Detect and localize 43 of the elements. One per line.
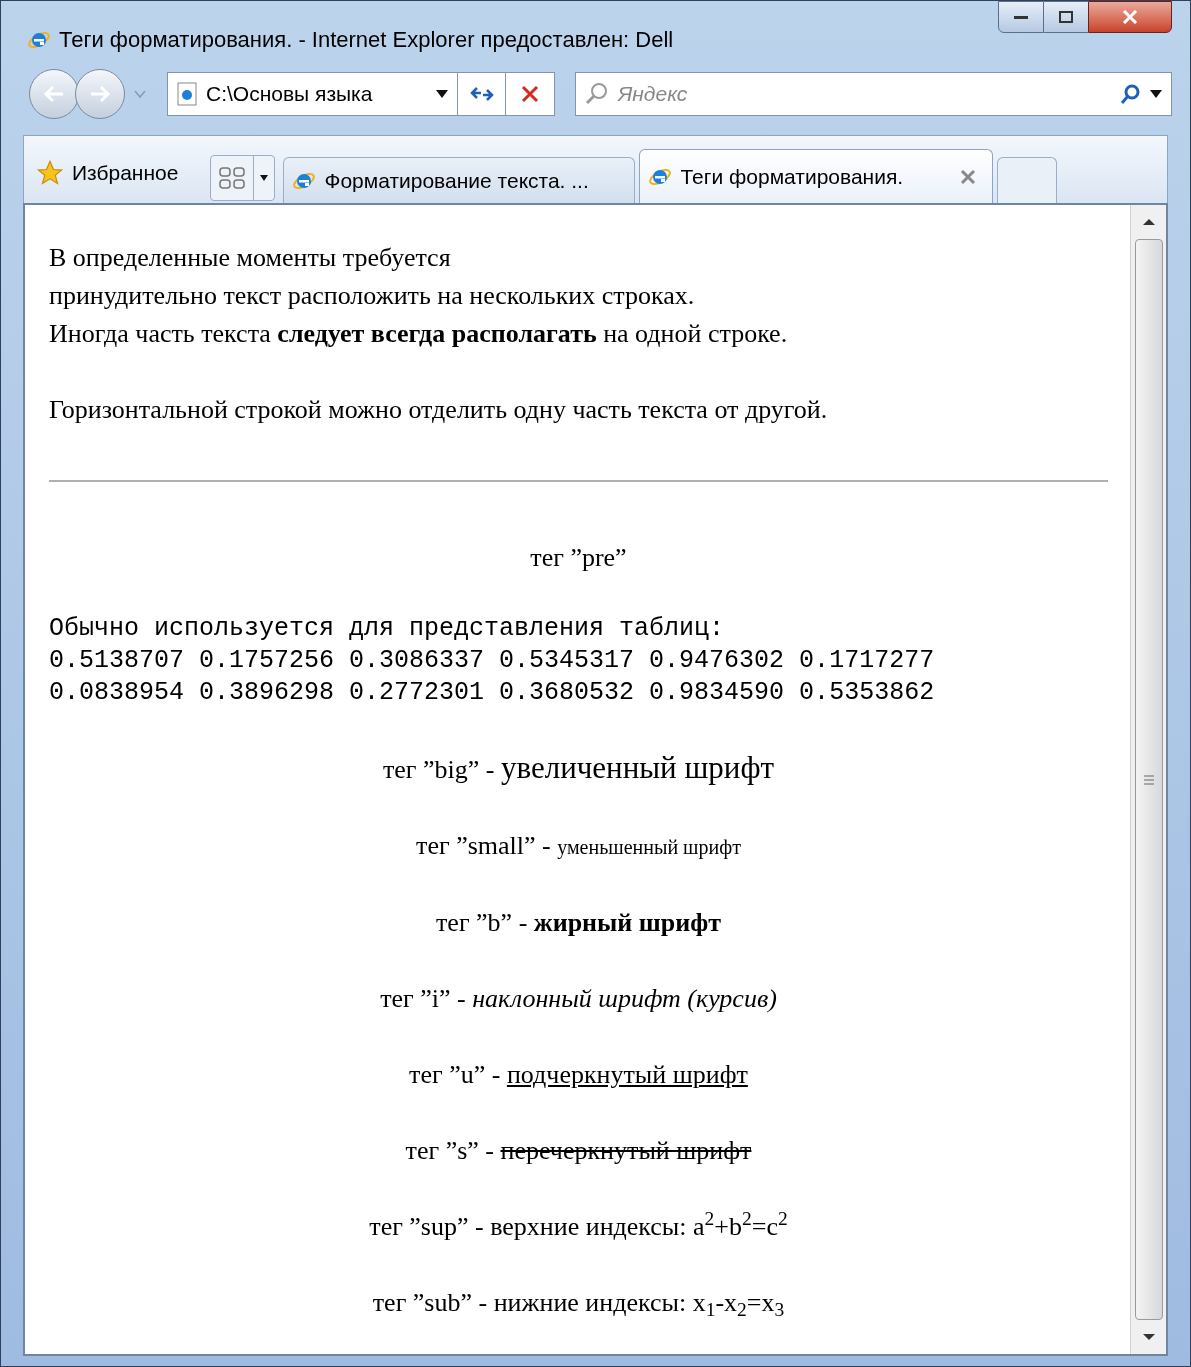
minimize-button[interactable] [998,1,1044,33]
close-icon [1122,10,1138,24]
format-example: тег ”b” - жирный шрифт [436,907,721,939]
minimize-icon [1014,14,1028,20]
forward-arrow-icon [89,85,111,103]
scroll-up-icon[interactable] [1141,217,1156,227]
star-icon [36,159,64,187]
paragraph: Горизонтальной строкой можно отделить одну часть текста от другой. [49,394,829,426]
favorites-button[interactable]: Избранное [36,145,179,201]
format-example: тег ”small” - уменьшенный шрифт [416,830,741,862]
back-arrow-icon [43,85,65,103]
browser-tab[interactable]: Форматирование текста. ... [283,157,636,203]
close-button[interactable] [1088,1,1172,33]
scroll-down-icon[interactable] [1141,1332,1156,1342]
format-example: тег ”big” - увеличенный шрифт [382,749,775,787]
magnifier-icon [584,81,610,107]
quick-tabs-button[interactable] [210,155,276,201]
section-heading: тег ”pre” [529,542,628,574]
maximize-icon [1059,11,1073,23]
forward-button[interactable] [75,69,125,119]
close-tab-icon[interactable] [960,168,977,185]
preformatted-text: Обычно используется для представления таблиц: 0.5138707 0.1757256 0.3086337 0.5345317 0.9476302 0.1717277 0.0838954 0.3896298 0.2772301 0.3680532 0.9834590 0.5353862 [49,613,936,709]
dropdown-caret-icon [133,89,147,99]
back-button[interactable] [29,69,79,119]
dropdown-caret-icon [435,89,449,99]
browser-tab[interactable]: Теги форматирования. [639,149,994,203]
format-example: тег ”sup” - верхние индексы: a$^{2}$+b$^{2}$=c$^{2}$ [369,1208,788,1243]
stop-icon [521,85,539,103]
format-example: тег ”i” - наклонный шрифт (курсив) [380,983,777,1015]
maximize-button[interactable] [1044,1,1088,33]
search-icon [1119,83,1141,105]
paragraph: В определенные моменты требуется принудительно текст расположить на нескольких строках. Иногда часть текста следует всегда располагать на одной строке. [49,242,789,350]
scrollbar[interactable] [1130,205,1166,1354]
grip-icon [1142,774,1155,785]
scrollbar-thumb[interactable] [1134,239,1163,1320]
grid-icon [219,167,246,189]
search-field[interactable]: Яндекс [575,72,1172,116]
format-example: тег ”sub” - нижние индексы: x$_{1}$-x$_{2}$=x$_{3}$ [372,1287,785,1322]
page-icon [176,82,198,106]
window-title: Теги форматирования. - Internet Explorer предоставлен: Dell [59,26,674,54]
dropdown-caret-icon [1149,89,1163,99]
format-example: тег ”u” - подчеркнутый шрифт [409,1059,748,1091]
format-example: тег ”s” - перечеркнутый шрифт [405,1135,752,1167]
